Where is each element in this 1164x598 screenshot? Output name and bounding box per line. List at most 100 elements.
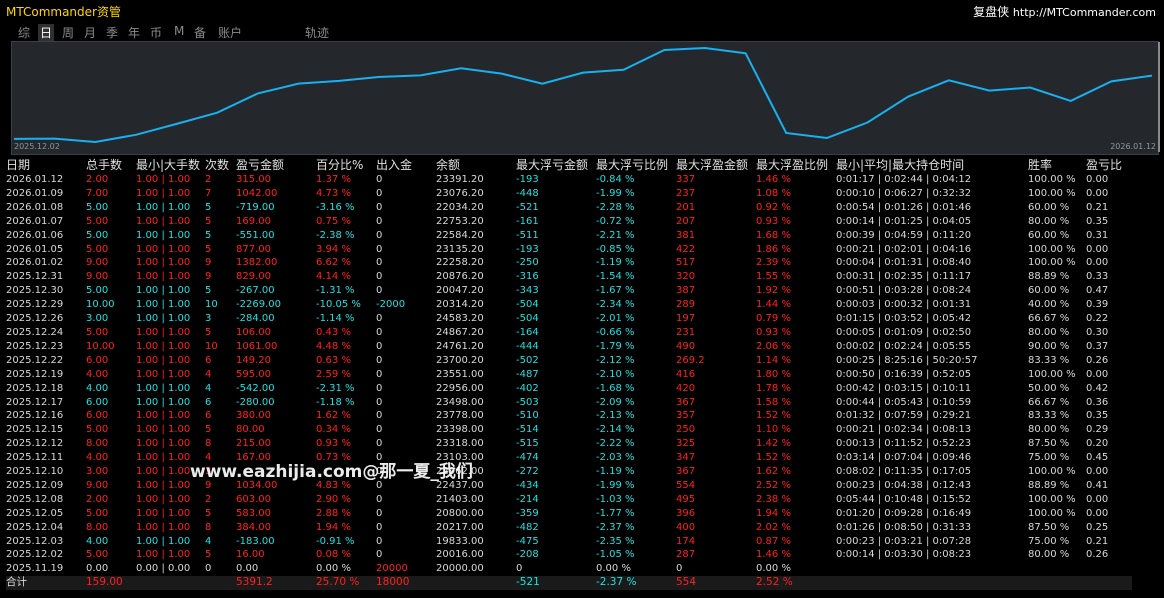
column-header[interactable]: 最大浮盈比例 bbox=[756, 157, 836, 173]
cell-pr: 0.36 bbox=[1086, 396, 1109, 408]
tab-5[interactable]: 年 bbox=[128, 24, 140, 41]
cell-date: 2025.12.26 bbox=[6, 313, 64, 325]
cell-pct: 4.73 % bbox=[316, 187, 351, 199]
cell-flow: 0 bbox=[376, 521, 383, 533]
table-row[interactable]: 2026.01.09 7.00 1.00 | 1.00 7 1042.00 4.73 % 0… bbox=[6, 187, 1132, 201]
column-header[interactable]: 最大浮亏金额 bbox=[516, 157, 596, 173]
table-row[interactable]: 2025.11.19 0.00 0.00 | 0.00 0 0.00 0.00 % 2000… bbox=[6, 562, 1132, 576]
cell-time: 0:00:13 | 0:11:52 | 0:52:23 bbox=[836, 438, 972, 450]
table-row[interactable]: 2025.12.26 3.00 1.00 | 1.00 3 -284.00 -1.14 %… bbox=[6, 312, 1132, 326]
tab-1[interactable]: 日 bbox=[38, 24, 55, 41]
cell-bal: 24867.20 bbox=[436, 326, 484, 338]
cell-mfl: -511 bbox=[516, 229, 539, 241]
cell-flow: 0 bbox=[376, 257, 383, 269]
table-row[interactable]: 2025.12.24 5.00 1.00 | 1.00 5 106.00 0.43 % 0 2… bbox=[6, 326, 1132, 340]
cell-pr: 0.26 bbox=[1086, 354, 1109, 366]
table-row[interactable]: 2025.12.23 10.00 1.00 | 1.00 10 1061.00 4.48 … bbox=[6, 340, 1132, 354]
table-row[interactable]: 2025.12.18 4.00 1.00 | 1.00 4 -542.00 -2.31 %… bbox=[6, 382, 1132, 396]
cell-minmax: 1.00 | 1.00 bbox=[136, 187, 191, 199]
app-title: MTCommander资管 bbox=[6, 5, 121, 19]
table-row[interactable]: 2026.01.06 5.00 1.00 | 1.00 5 -551.00 -2.38 %… bbox=[6, 229, 1132, 243]
cell-count: 8 bbox=[205, 521, 212, 533]
equity-curve-svg bbox=[13, 46, 1153, 144]
tab-7[interactable]: M bbox=[174, 24, 184, 38]
cell-mfpp: 1.46 % bbox=[756, 549, 791, 561]
table-row[interactable]: 2025.12.16 6.00 1.00 | 1.00 6 380.00 1.62 % 0 2… bbox=[6, 409, 1132, 423]
column-header[interactable]: 日期 bbox=[6, 157, 86, 173]
table-row[interactable]: 2025.12.30 5.00 1.00 | 1.00 5 -267.00 -1.31 %… bbox=[6, 284, 1132, 298]
table-row[interactable]: 2025.12.29 10.00 1.00 | 1.00 10 -2269.00 -10.… bbox=[6, 298, 1132, 312]
table-row[interactable]: 2025.12.02 5.00 1.00 | 1.00 5 16.00 0.08 % 0 20… bbox=[6, 548, 1132, 562]
cell-bal: 19833.00 bbox=[436, 535, 484, 547]
cell-minmax: 1.00 | 1.00 bbox=[136, 354, 191, 366]
table-row[interactable]: 2025.12.05 5.00 1.00 | 1.00 5 583.00 2.88 % 0 2… bbox=[6, 507, 1132, 521]
table-row[interactable]: 2025.12.22 6.00 1.00 | 1.00 6 149.20 0.63 % 0 2… bbox=[6, 354, 1132, 368]
table-row[interactable]: 2025.12.03 4.00 1.00 | 1.00 4 -183.00 -0.91 %… bbox=[6, 535, 1132, 549]
column-header[interactable]: 总手数 bbox=[86, 157, 136, 173]
cell-mfl: -482 bbox=[516, 521, 539, 533]
table-row[interactable]: 2025.12.11 4.00 1.00 | 1.00 4 167.00 0.73 % 0 2… bbox=[6, 451, 1132, 465]
table-row[interactable]: 2025.12.04 8.00 1.00 | 1.00 8 384.00 1.94 % 0 2… bbox=[6, 521, 1132, 535]
cell-lots: 4.00 bbox=[86, 535, 109, 547]
total-mfpp: 2.52 % bbox=[756, 576, 836, 591]
cell-date: 2025.12.15 bbox=[6, 424, 64, 436]
scrollbar[interactable] bbox=[1158, 42, 1160, 152]
table-row[interactable]: 2025.12.10 3.00 1.00 | 1.00 3 0 22962.00 -272-… bbox=[6, 465, 1132, 479]
table-row[interactable]: 2026.01.02 9.00 1.00 | 1.00 9 1382.00 6.62 % 0… bbox=[6, 256, 1132, 270]
column-header[interactable]: 胜率 bbox=[1028, 157, 1086, 173]
tab-6[interactable]: 币 bbox=[150, 24, 162, 41]
table-row[interactable]: 2025.12.12 8.00 1.00 | 1.00 8 215.00 0.93 % 0 2… bbox=[6, 437, 1132, 451]
cell-pnl: 380.00 bbox=[236, 410, 271, 422]
table-row[interactable]: 2025.12.15 5.00 1.00 | 1.00 5 80.00 0.34 % 0 23… bbox=[6, 423, 1132, 437]
cell-flow: 0 bbox=[376, 354, 383, 366]
brand-link[interactable]: 复盘侠 http://MTCommander.com bbox=[973, 3, 1156, 20]
table-row[interactable]: 2026.01.12 2.00 1.00 | 1.00 2 315.00 1.37 % 0 2… bbox=[6, 173, 1132, 187]
table-row[interactable]: 2026.01.07 5.00 1.00 | 1.00 5 169.00 0.75 % 0 2… bbox=[6, 215, 1132, 229]
tab-8[interactable]: 备 bbox=[194, 24, 206, 41]
table-row[interactable]: 2025.12.17 6.00 1.00 | 1.00 6 -280.00 -1.18 %… bbox=[6, 396, 1132, 410]
cell-flow: -2000 bbox=[376, 299, 406, 311]
table-row[interactable]: 2026.01.05 5.00 1.00 | 1.00 5 877.00 3.94 % 0 2… bbox=[6, 243, 1132, 257]
column-header[interactable]: 余额 bbox=[436, 157, 516, 173]
cell-time: 0:00:31 | 0:02:35 | 0:11:17 bbox=[836, 271, 972, 283]
tab-4[interactable]: 季 bbox=[106, 24, 118, 41]
cell-count: 5 bbox=[205, 201, 212, 213]
tab-0[interactable]: 综 bbox=[18, 24, 30, 41]
cell-mflp: -1.05 % bbox=[596, 549, 635, 561]
column-header[interactable]: 百分比% bbox=[316, 157, 376, 173]
cell-pr: 0.00 bbox=[1086, 368, 1109, 380]
cell-mfpp: 1.94 % bbox=[756, 507, 791, 519]
cell-bal: 20876.20 bbox=[436, 271, 484, 283]
cell-minmax: 1.00 | 1.00 bbox=[136, 271, 191, 283]
tab-2[interactable]: 周 bbox=[62, 24, 74, 41]
cell-pnl: -719.00 bbox=[236, 201, 275, 213]
column-header[interactable]: 盈亏金额 bbox=[236, 157, 316, 173]
column-header[interactable]: 次数 bbox=[205, 157, 236, 173]
table-row[interactable]: 2025.12.08 2.00 1.00 | 1.00 2 603.00 2.90 % 0 2… bbox=[6, 493, 1132, 507]
cell-bal: 22034.20 bbox=[436, 201, 484, 213]
tab-10[interactable]: 轨迹 bbox=[305, 24, 329, 41]
cell-pct: 2.88 % bbox=[316, 507, 351, 519]
table-row[interactable]: 2025.12.09 9.00 1.00 | 1.00 9 1034.00 4.83 % 0… bbox=[6, 479, 1132, 493]
cell-bal: 23700.20 bbox=[436, 354, 484, 366]
cell-mfpp: 2.38 % bbox=[756, 493, 791, 505]
cell-pr: 0.35 bbox=[1086, 410, 1109, 422]
cell-pnl: 1042.00 bbox=[236, 187, 278, 199]
cell-pnl: 384.00 bbox=[236, 521, 271, 533]
brand-url[interactable]: http://MTCommander.com bbox=[1013, 6, 1156, 19]
tab-3[interactable]: 月 bbox=[84, 24, 96, 41]
column-header[interactable]: 出入金 bbox=[376, 157, 436, 173]
table-row[interactable]: 2025.12.19 4.00 1.00 | 1.00 4 595.00 2.59 % 0 2… bbox=[6, 368, 1132, 382]
column-header[interactable]: 盈亏比 bbox=[1086, 157, 1132, 173]
table-row[interactable]: 2025.12.31 9.00 1.00 | 1.00 9 829.00 4.14 % 0 2… bbox=[6, 270, 1132, 284]
column-header[interactable]: 最小|大手数 bbox=[136, 157, 205, 173]
cell-minmax: 1.00 | 1.00 bbox=[136, 243, 191, 255]
column-header[interactable]: 最小|平均|最大持仓时间 bbox=[836, 157, 1028, 173]
column-header[interactable]: 最大浮盈金额 bbox=[676, 157, 756, 173]
column-header[interactable]: 最大浮亏比例 bbox=[596, 157, 676, 173]
cell-flow: 0 bbox=[376, 493, 383, 505]
cell-time: 0:05:44 | 0:10:48 | 0:15:52 bbox=[836, 493, 972, 505]
cell-mfl: -514 bbox=[516, 424, 539, 436]
tab-9[interactable]: 账户 bbox=[218, 24, 242, 41]
table-row[interactable]: 2026.01.08 5.00 1.00 | 1.00 5 -719.00 -3.16 %… bbox=[6, 201, 1132, 215]
